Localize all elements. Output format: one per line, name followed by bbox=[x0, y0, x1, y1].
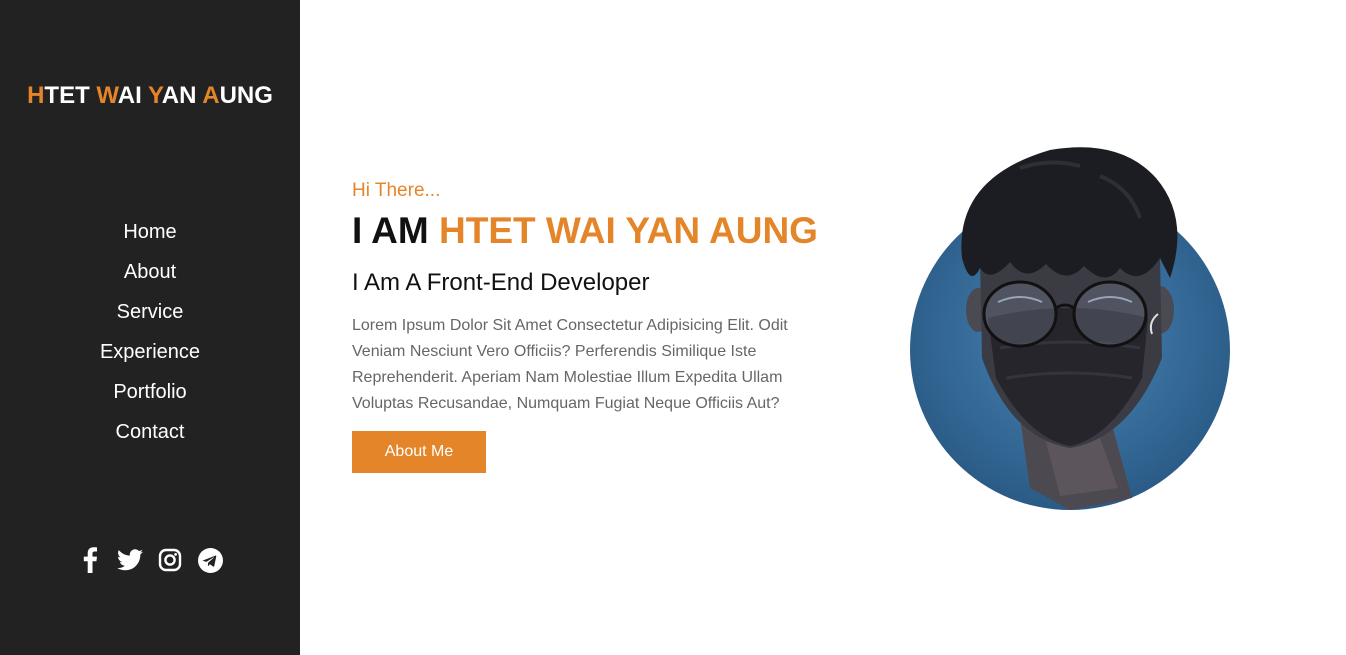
nav-link-service[interactable]: Service bbox=[117, 301, 184, 324]
nav-link-experience[interactable]: Experience bbox=[100, 341, 200, 364]
role-text: I Am A Front-End Developer bbox=[352, 269, 650, 296]
nav-item-portfolio: Portfolio bbox=[0, 372, 300, 412]
logo-initial: H bbox=[27, 82, 45, 109]
greeting-text: Hi There... bbox=[352, 180, 441, 201]
social-links bbox=[0, 546, 300, 574]
logo-initial: A bbox=[202, 82, 220, 109]
logo-text: AN bbox=[161, 82, 203, 109]
hero-intro: Hi There... I AM HTET WAI YAN AUNG I Am … bbox=[352, 180, 832, 473]
headline-name: HTET WAI YAN AUNG bbox=[439, 210, 818, 251]
logo-text: TET bbox=[44, 82, 97, 109]
nav-link-home[interactable]: Home bbox=[123, 221, 176, 244]
nav-link-about[interactable]: About bbox=[124, 261, 176, 284]
sidebar: HTET WAI YAN AUNG Home About Service Exp… bbox=[0, 0, 300, 655]
about-me-button[interactable]: About Me bbox=[352, 431, 486, 473]
nav-link-contact[interactable]: Contact bbox=[116, 421, 185, 444]
facebook-icon[interactable] bbox=[77, 546, 103, 574]
nav-item-experience: Experience bbox=[0, 332, 300, 372]
site-logo[interactable]: HTET WAI YAN AUNG bbox=[0, 82, 300, 110]
logo-initial: W bbox=[96, 82, 118, 109]
logo-text: AI bbox=[117, 82, 148, 109]
main-content: Hi There... I AM HTET WAI YAN AUNG I Am … bbox=[300, 0, 1346, 655]
nav-item-about: About bbox=[0, 252, 300, 292]
hero-description: Lorem Ipsum Dolor Sit Amet Consectetur A… bbox=[352, 317, 788, 412]
nav-item-home: Home bbox=[0, 212, 300, 252]
nav-link-portfolio[interactable]: Portfolio bbox=[113, 381, 186, 404]
hero-headline: I AM HTET WAI YAN AUNG bbox=[352, 209, 832, 253]
twitter-icon[interactable] bbox=[117, 546, 143, 574]
logo-initial: Y bbox=[147, 82, 162, 109]
main-nav: Home About Service Experience Portfolio … bbox=[0, 212, 300, 452]
instagram-icon[interactable] bbox=[157, 546, 183, 574]
nav-item-contact: Contact bbox=[0, 412, 300, 452]
logo-text: UNG bbox=[219, 82, 273, 109]
headline-prefix: I AM bbox=[352, 210, 440, 251]
nav-item-service: Service bbox=[0, 292, 300, 332]
avatar-illustration bbox=[870, 138, 1250, 518]
telegram-icon[interactable] bbox=[197, 546, 223, 574]
